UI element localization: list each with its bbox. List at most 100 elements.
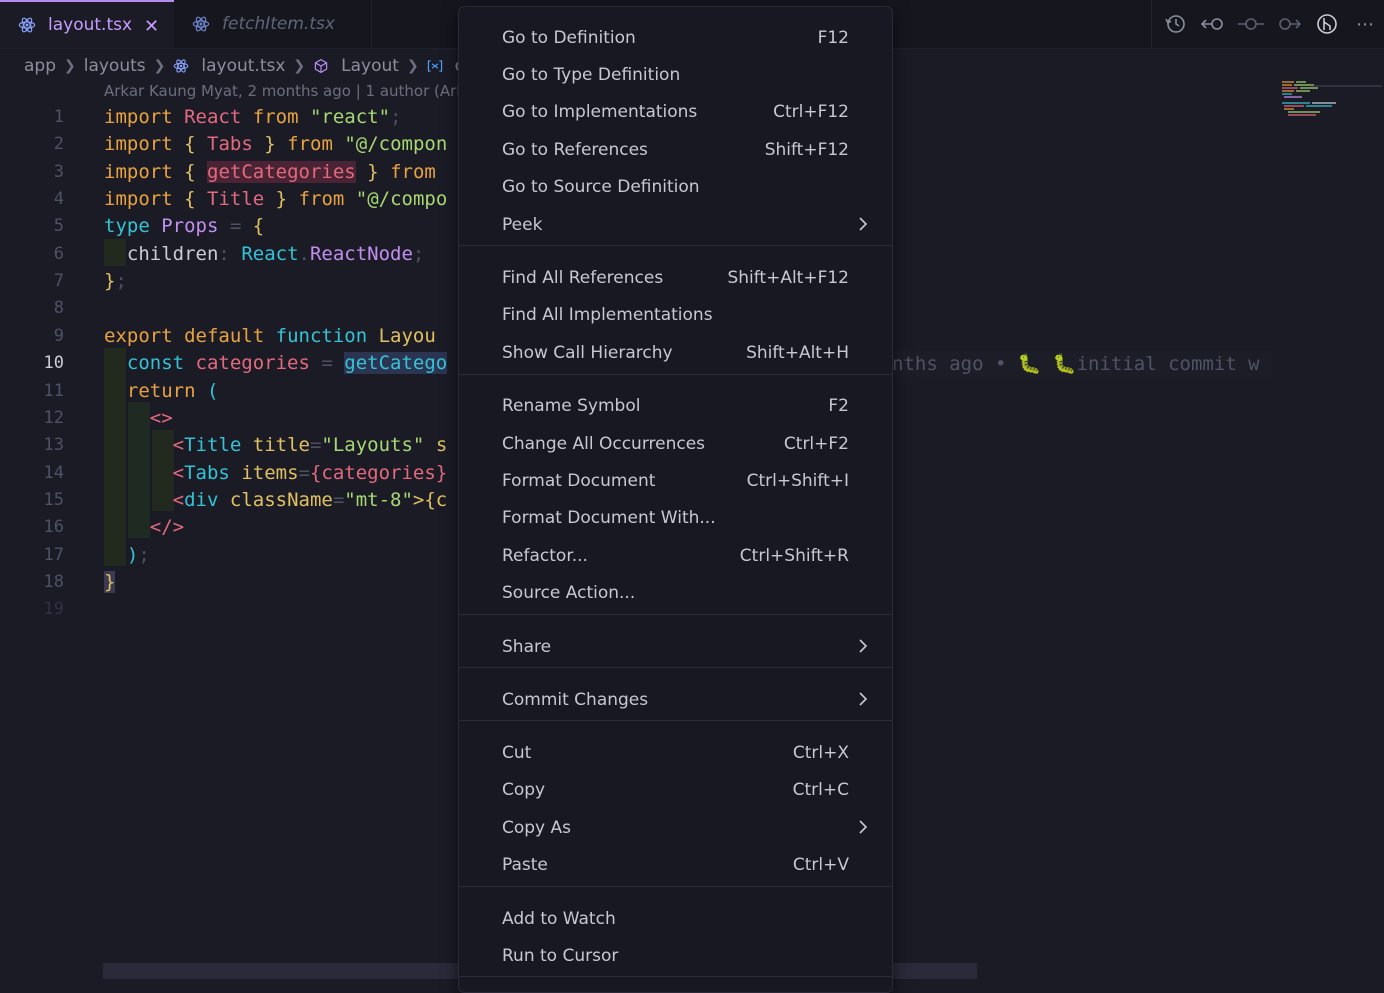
code-line: 6 children: React.ReactNode; — [0, 241, 460, 268]
token: import — [104, 106, 173, 128]
context-menu: Go to Definition F12 Go to Type Definitio… — [458, 6, 893, 993]
chevron-right-icon — [859, 820, 868, 834]
menu-item-go-to-type-definition[interactable]: Go to Type Definition — [459, 59, 892, 93]
history-icon[interactable] — [1156, 13, 1194, 35]
menu-separator — [459, 245, 892, 246]
token: ; — [412, 243, 425, 265]
chevron-right-icon — [859, 639, 868, 653]
divider — [1151, 0, 1152, 48]
menu-item-share[interactable]: Share — [459, 631, 892, 665]
menu-item-add-to-watch[interactable]: Add to Watch — [459, 903, 892, 937]
code-line: 11 return ( — [0, 378, 460, 405]
menu-item-paste[interactable]: Paste Ctrl+V — [459, 849, 892, 883]
menu-item-go-to-implementations[interactable]: Go to Implementations Ctrl+F12 — [459, 96, 892, 130]
token: from — [390, 161, 436, 183]
commit-icon[interactable] — [1232, 13, 1270, 35]
menu-item-format-document-with[interactable]: Format Document With... — [459, 502, 892, 536]
menu-item-copy-as[interactable]: Copy As — [459, 812, 892, 846]
line-number: 18 — [43, 572, 64, 592]
menu-item-label: Refactor... — [502, 546, 588, 566]
tab-label: layout.tsx — [48, 15, 133, 35]
menu-item-label: Share — [502, 637, 552, 657]
token: . — [298, 243, 310, 265]
menu-item-label: Find All References — [502, 268, 664, 288]
token: { — [252, 215, 265, 237]
menu-item-shortcut: Shift+Alt+H — [746, 343, 849, 363]
code-line: 1 import React from "react"; — [0, 104, 460, 131]
code-line: 18} — [0, 569, 460, 596]
line-number: 11 — [43, 381, 64, 401]
token: <> — [149, 407, 173, 429]
tab-fetchitem-tsx[interactable]: fetchItem.tsx — [174, 0, 372, 48]
menu-item-refactor[interactable]: Refactor... Ctrl+Shift+R — [459, 540, 892, 574]
menu-item-source-action[interactable]: Source Action... — [459, 577, 892, 611]
menu-item-format-document[interactable]: Format Document Ctrl+Shift+I — [459, 465, 892, 499]
menu-item-go-to-references[interactable]: Go to References Shift+F12 — [459, 134, 892, 168]
line-number: 1 — [53, 107, 64, 127]
line-number: 14 — [43, 463, 64, 483]
menu-item-go-to-source-definition[interactable]: Go to Source Definition — [459, 171, 892, 205]
menu-item-label: Change All Occurrences — [502, 434, 706, 454]
menu-item-label: Go to Implementations — [502, 102, 698, 122]
code-line: 19 — [0, 596, 460, 623]
breadcrumb-item-layouts[interactable]: layouts — [84, 56, 146, 76]
line-number: 12 — [43, 408, 64, 428]
token: items — [241, 462, 299, 484]
go-back-icon[interactable] — [1194, 13, 1232, 35]
code-line-current: 10 const categories = getCatego — [0, 350, 460, 377]
token: = — [298, 462, 310, 484]
token: s — [435, 434, 448, 456]
token: "@/compo — [355, 188, 448, 210]
token: { — [184, 161, 196, 183]
line-number: 10 — [43, 353, 64, 373]
token: "mt-8" — [344, 489, 413, 511]
menu-item-label: Run to Cursor — [502, 946, 619, 966]
go-forward-icon[interactable] — [1270, 13, 1308, 35]
menu-item-label: Find All Implementations — [502, 305, 713, 325]
line-number: 3 — [53, 162, 64, 182]
token: ( — [206, 380, 219, 402]
code-line: 5 type Props = { — [0, 213, 460, 240]
menu-item-commit-changes[interactable]: Commit Changes — [459, 684, 892, 718]
menu-item-find-all-implementations[interactable]: Find All Implementations — [459, 299, 892, 333]
token: function — [275, 325, 368, 347]
line-number: 13 — [43, 435, 64, 455]
code-line: 15 <div className="mt-8">{c — [0, 487, 460, 514]
token: Title — [184, 434, 242, 456]
editor-actions: ⋯ — [1151, 0, 1384, 48]
close-icon[interactable]: ✕ — [144, 16, 159, 37]
token: type — [104, 215, 150, 237]
menu-item-shortcut: Ctrl+Shift+I — [746, 471, 849, 491]
menu-item-rename-symbol[interactable]: Rename Symbol F2 — [459, 390, 892, 424]
minimap[interactable] — [1280, 80, 1384, 120]
breadcrumb-item-file[interactable]: layout.tsx — [201, 56, 285, 76]
inline-git-blame: nths ago • 🐛 🐛initial commit w — [892, 351, 1272, 378]
token: = — [321, 352, 333, 374]
code-line: 2 import { Tabs } from "@/compon — [0, 131, 460, 158]
git-blame-codelens[interactable]: Arkar Kaung Myat, 2 months ago | 1 autho… — [104, 82, 465, 100]
menu-item-show-call-hierarchy[interactable]: Show Call Hierarchy Shift+Alt+H — [459, 337, 892, 371]
token: } — [104, 270, 116, 292]
git-graph-icon[interactable] — [1308, 13, 1346, 35]
react-icon — [174, 59, 189, 73]
breadcrumb-item-symbol[interactable]: Layout — [341, 56, 399, 76]
menu-item-shortcut: Ctrl+V — [792, 855, 849, 875]
menu-item-go-to-definition[interactable]: Go to Definition F12 — [459, 22, 892, 56]
breadcrumb-item-app[interactable]: app — [24, 56, 56, 76]
menu-item-change-all-occurrences[interactable]: Change All Occurrences Ctrl+F2 — [459, 428, 892, 462]
token: = — [229, 215, 242, 237]
token: const — [126, 352, 185, 374]
react-icon — [192, 16, 210, 32]
line-number: 17 — [43, 545, 64, 565]
menu-item-find-all-references[interactable]: Find All References Shift+Alt+F12 — [459, 262, 892, 296]
more-icon[interactable]: ⋯ — [1346, 14, 1384, 35]
menu-item-run-to-cursor[interactable]: Run to Cursor — [459, 940, 892, 974]
menu-item-copy[interactable]: Copy Ctrl+C — [459, 774, 892, 808]
chevron-right-icon: ❯ — [406, 58, 419, 74]
tab-layout-tsx[interactable]: layout.tsx ✕ — [0, 0, 174, 48]
menu-separator — [459, 667, 892, 668]
token: } — [264, 133, 276, 155]
token: import — [104, 133, 173, 155]
menu-item-peek[interactable]: Peek — [459, 209, 892, 243]
menu-item-cut[interactable]: Cut Ctrl+X — [459, 737, 892, 771]
